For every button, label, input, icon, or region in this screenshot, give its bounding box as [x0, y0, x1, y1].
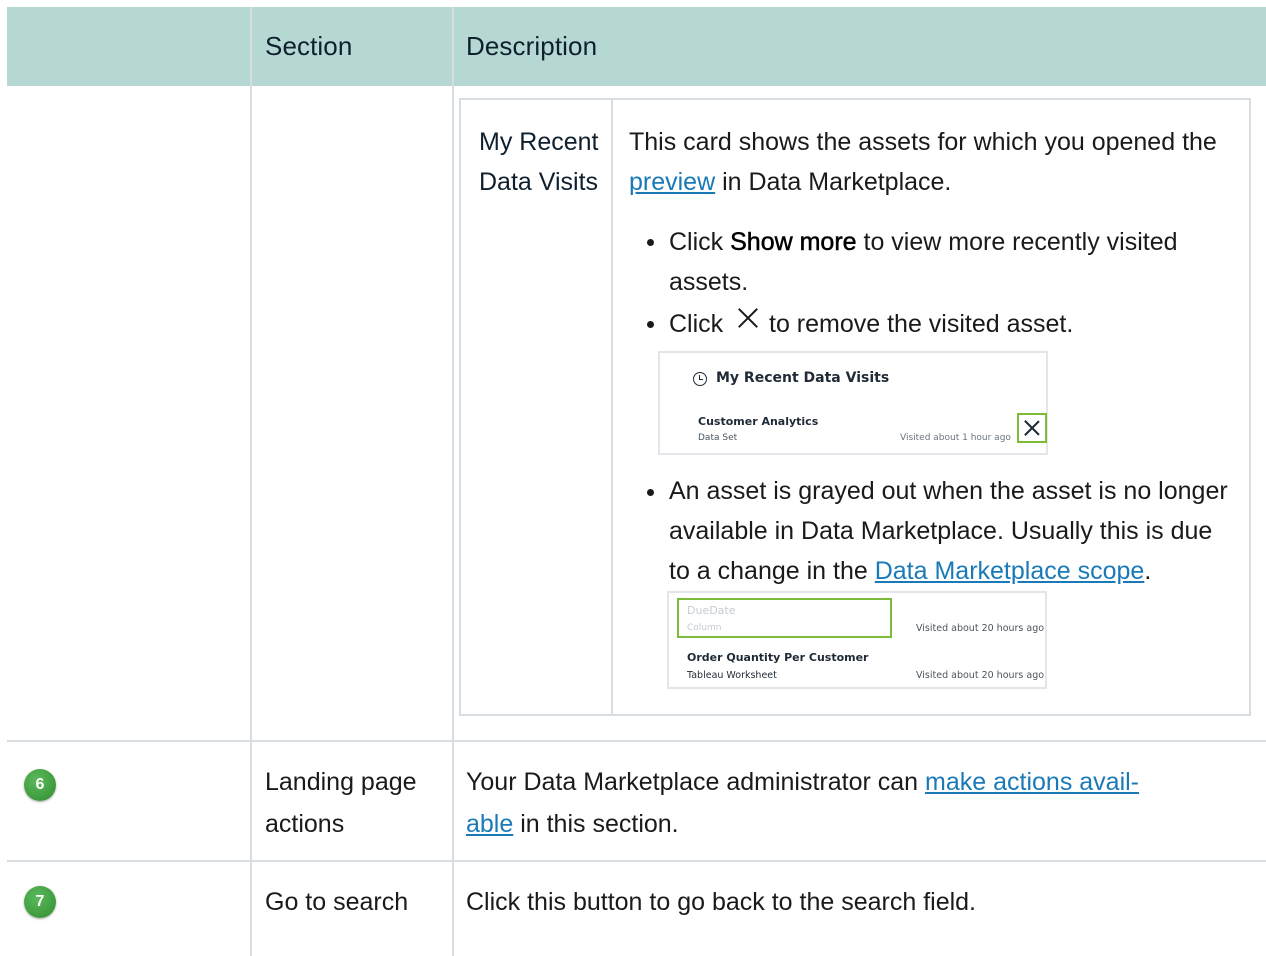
bullet-remove-rest: to remove the visited asset.	[769, 310, 1074, 338]
bullet-dot	[647, 239, 654, 246]
screenshot-asset-name: Order Quantity Per Customer	[687, 651, 869, 664]
screenshot-asset-name: DueDate	[687, 604, 736, 617]
screenshot-asset-type: Column	[687, 623, 722, 633]
history-icon	[693, 372, 707, 386]
section-go-to-search: Go to search	[265, 888, 409, 916]
recent-visits-screenshot: My Recent Data Visits Customer Analytics…	[658, 351, 1048, 455]
screenshot-asset-type: Tableau Worksheet	[687, 670, 777, 681]
row-divider-2	[7, 860, 1266, 862]
make-actions-available-link[interactable]: make actions avail-	[925, 768, 1139, 796]
description-landing-page-actions: Your Data Marketplace administrator can …	[466, 768, 1140, 838]
bullet-show-more: Click Show more to view more recently vi…	[669, 228, 1178, 296]
header-description: Description	[466, 31, 598, 61]
bullet-dot	[647, 321, 654, 328]
callout-badge-7: 7	[24, 886, 56, 918]
close-icon	[737, 307, 759, 329]
preview-link[interactable]: preview	[629, 168, 715, 196]
screenshot-visited-time: Visited about 20 hours ago	[916, 670, 1045, 681]
column-divider-2	[452, 7, 454, 956]
card-description: This card shows the assets for which you…	[629, 128, 1217, 196]
section-landing-page-actions: Landing page actions	[265, 768, 417, 838]
grayed-out-screenshot: DueDate Column Visited about 20 hours ag…	[667, 591, 1047, 689]
screenshot-card-title: My Recent Data Visits	[716, 370, 890, 386]
screenshot-visited-time: Visited about 20 hours ago	[916, 623, 1045, 634]
callout-badge-6: 6	[24, 769, 56, 801]
bullet-dot	[647, 489, 654, 496]
row-divider-1	[7, 740, 1266, 742]
screenshot-visited-time: Visited about 1 hour ago	[900, 433, 1011, 443]
make-actions-available-link-cont[interactable]: able	[466, 810, 513, 838]
nested-column-divider	[611, 100, 613, 714]
header-section: Section	[265, 31, 353, 61]
bullet-grayed-out: An asset is grayed out when the asset is…	[669, 477, 1228, 585]
screenshot-asset-type: Data Set	[698, 433, 738, 443]
description-go-to-search: Click this button to go back to the sear…	[466, 888, 976, 916]
column-divider-1	[250, 7, 252, 956]
card-name: My Recent Data Visits	[479, 128, 599, 196]
bullet-remove: Click	[669, 310, 724, 338]
screenshot-asset-name: Customer Analytics	[698, 415, 819, 428]
table-header: Section Description	[7, 7, 1266, 86]
scope-link[interactable]: Data Marketplace scope	[875, 557, 1145, 585]
remove-visit-icon	[1017, 413, 1047, 443]
